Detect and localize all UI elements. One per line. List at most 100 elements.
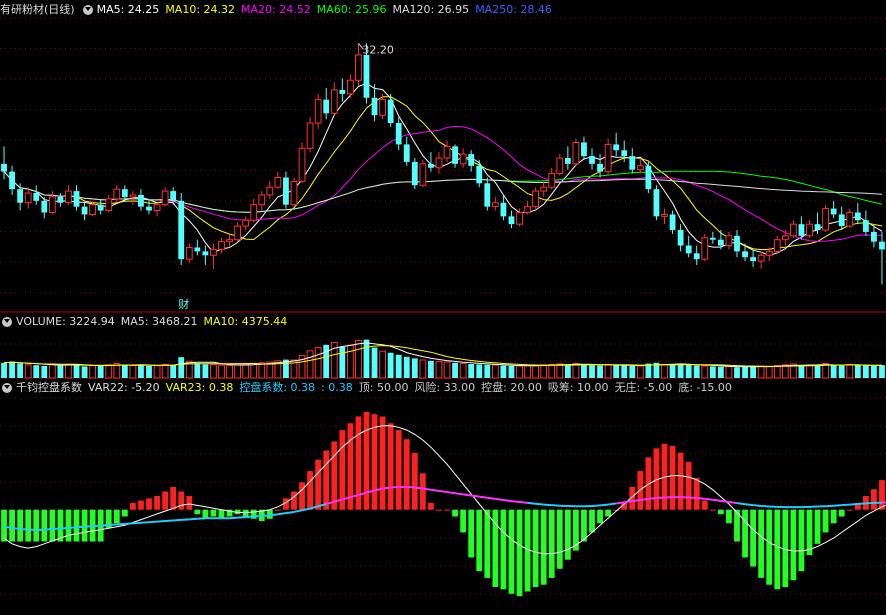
indicator-bar-positive [274,509,281,511]
volume-bar-down [621,365,628,378]
indicator-bar-positive [677,452,684,510]
candle-body-down [645,165,652,190]
indicator-legend-item-3: 控盘系数: 0.38 [239,381,316,394]
indicator-bar-negative [597,509,603,524]
candle-body-down [750,257,756,262]
candle-body-up [89,204,97,215]
candle-body-down [685,245,692,254]
indicator-bar-positive [379,416,386,510]
indicator-bar-positive [846,509,853,511]
control-coefficient-segment [165,519,174,523]
volume-bar-down [879,365,885,378]
control-coefficient-segment [173,518,182,522]
indicator-bar-negative [73,509,80,542]
volume-bar-up [532,364,540,379]
control-coefficient-segment [656,496,665,500]
candle-body-down [734,235,740,252]
candle-body-up [250,204,258,221]
candle-body-down [73,191,80,207]
indicator-bar-negative [766,509,773,585]
indicator-bar-negative [814,509,821,544]
indicator-bar-negative [758,509,765,578]
indicator-bar-positive [709,509,716,511]
volume-bar-down [395,354,402,378]
volume-bar-down [564,364,571,378]
volume-bar-down [33,365,40,378]
candle-body-up [459,153,467,165]
volume-bar-up [105,364,113,379]
volume-bar-down [81,366,88,378]
control-coefficient-segment [269,513,279,517]
control-coefficient-segment [261,514,270,517]
candle-body-down [138,194,144,207]
volume-panel[interactable] [1,339,885,379]
candle-body-down [9,171,15,190]
control-coefficient-segment [640,497,649,502]
indicator-bar-negative [121,509,128,517]
indicator-bar-negative [798,509,805,572]
candle-body-down [589,156,595,164]
control-coefficient-segment [132,521,142,525]
indicator-bar-positive [154,496,160,510]
candle-body-down [838,214,845,227]
control-coefficient-segment [390,485,399,489]
stock-chart-canvas[interactable]: 32.20 财 [0,0,886,615]
candle-body-up [153,204,161,212]
indicator-bar-negative [605,509,612,517]
volume-bar-down [629,366,636,378]
control-coefficient-segment [52,527,61,531]
control-coefficient-segment [688,496,697,500]
candle-body-up [355,54,362,81]
candle-body-down [500,202,507,217]
candle-body-up [274,176,282,188]
volume-bar-down [468,364,475,378]
volume-bar-down [387,352,394,378]
indicator-bar-positive [387,423,394,510]
indicator-legend-item-10: 底: -15.00 [678,381,732,394]
candle-body-up [242,219,250,227]
candle-body-up [161,190,169,206]
volume-bar-up [524,365,531,379]
candle-body-down [1,163,7,172]
dropdown-circle-icon[interactable] [2,317,12,327]
volume-bar-down [613,365,620,378]
volume-bar-up [65,363,72,379]
indicator-bar-negative [57,509,64,542]
volume-bar-down [685,364,692,378]
volume-bar-up [24,364,32,379]
volume-bar-down [750,366,756,378]
volume-bar-down [9,361,15,378]
indicator-bar-positive [436,509,442,511]
indicator-header: 千钧控盘系数 VAR22: -5.20 VAR23: 0.38 控盘系数: 0.38:… [0,380,744,396]
dropdown-circle-icon[interactable] [2,383,12,393]
control-coefficient-segment [462,493,472,497]
candle-body-down [854,212,861,221]
control-coefficient-segment [624,500,633,504]
candle-body-up [24,192,32,204]
candle-body-up [314,99,322,124]
control-coefficient-segment [454,492,464,496]
volume-bar-up [636,365,644,379]
indicator-bar-negative [742,509,748,558]
volume-bar-up [773,365,781,379]
price-panel[interactable] [1,42,885,285]
volume-bar-down [411,358,418,378]
control-coefficient-segment [752,504,762,507]
candle-body-down [830,208,837,215]
volume-header: VOLUME: 3224.94 MA5: 3468.21 MA10: 4375.44 [0,314,299,330]
volume-bar-up [540,364,548,379]
volume-bar-up [210,364,217,379]
indicator-bar-positive [871,489,877,510]
control-coefficient-segment [68,526,77,529]
dropdown-circle-icon[interactable] [82,5,93,15]
financial-report-marker[interactable]: 财 [178,297,189,311]
candle-body-down [81,206,88,215]
indicator-panel[interactable] [1,411,886,597]
control-coefficient-segment [591,504,601,507]
control-coefficient-segment [849,503,858,506]
indicator-bar-negative [581,509,587,542]
stock-title[interactable]: 有研粉材(日线) [0,2,75,18]
indicator-bar-positive [444,509,450,511]
volume-bar-down [717,366,724,378]
control-coefficient-segment [116,522,125,526]
